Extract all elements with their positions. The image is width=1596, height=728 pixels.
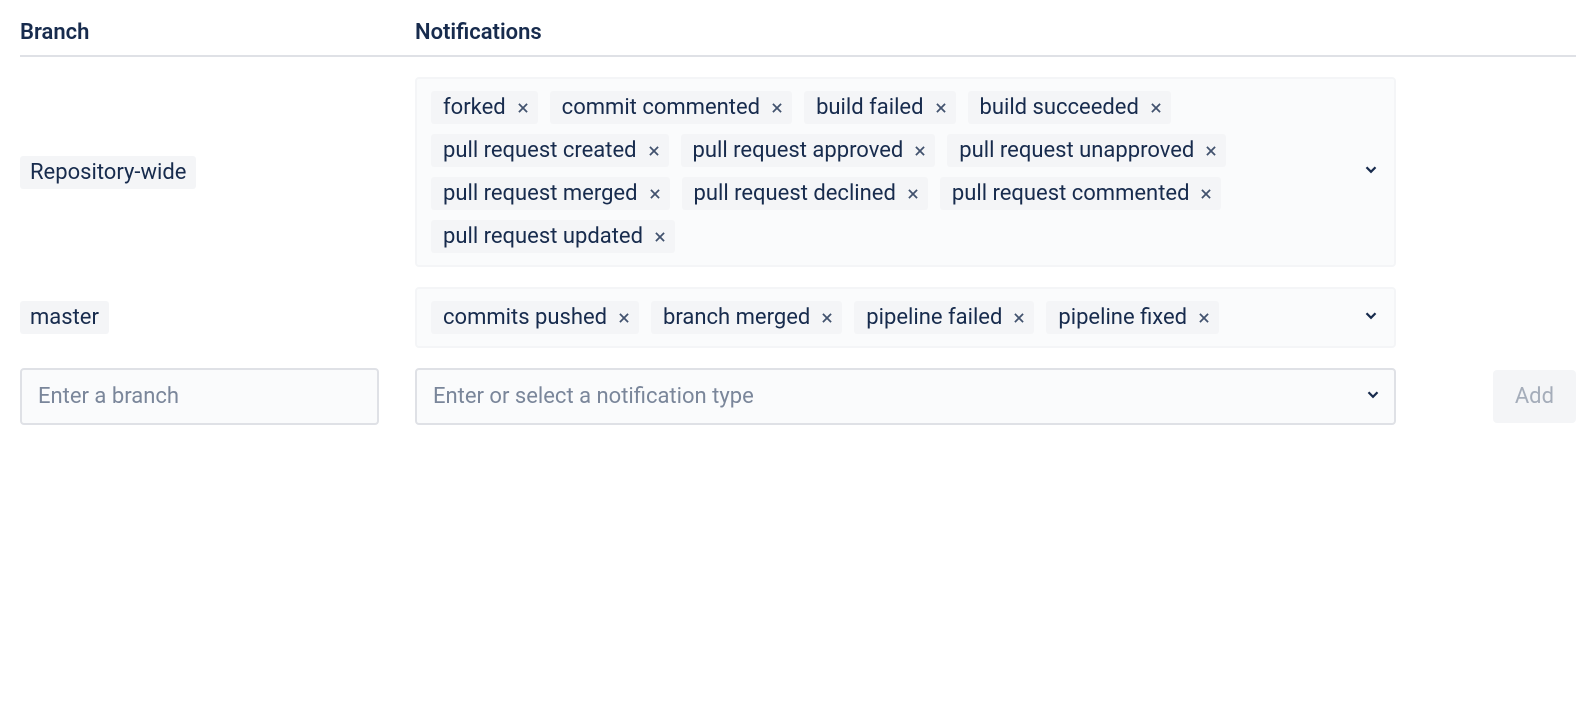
table-row: master commits pushed branch merged pipelin… — [20, 287, 1576, 348]
notification-tag: pull request unapproved — [947, 134, 1226, 167]
notification-tag-label: pull request approved — [693, 138, 904, 163]
notification-tags[interactable]: commits pushed branch merged pipeline fail… — [415, 287, 1396, 348]
close-icon[interactable] — [1012, 311, 1026, 325]
notification-type-select[interactable] — [415, 368, 1396, 425]
close-icon[interactable] — [934, 101, 948, 115]
notification-tag-label: pull request merged — [443, 181, 638, 206]
close-icon[interactable] — [516, 101, 530, 115]
notification-tags[interactable]: forked commit commented build failed build … — [415, 77, 1396, 267]
notification-tag-label: pull request created — [443, 138, 637, 163]
table-row: Repository-wide forked commit commented bui… — [20, 77, 1576, 267]
notification-tag: build succeeded — [968, 91, 1171, 124]
table-header: Branch Notifications — [20, 20, 1576, 57]
notification-tag: pipeline failed — [854, 301, 1034, 334]
notification-tag-label: pull request declined — [694, 181, 896, 206]
notification-tag-label: pipeline failed — [866, 305, 1002, 330]
notification-tag: pull request created — [431, 134, 669, 167]
close-icon[interactable] — [906, 187, 920, 201]
close-icon[interactable] — [1199, 187, 1213, 201]
notification-tag-label: forked — [443, 95, 506, 120]
header-notifications: Notifications — [415, 20, 1576, 45]
branch-input[interactable] — [20, 368, 379, 425]
notification-tag: forked — [431, 91, 538, 124]
chevron-down-icon[interactable] — [1362, 305, 1380, 330]
close-icon[interactable] — [820, 311, 834, 325]
close-icon[interactable] — [770, 101, 784, 115]
notification-tag: pull request declined — [682, 177, 928, 210]
notification-tag: pull request commented — [940, 177, 1222, 210]
notification-tag: pull request merged — [431, 177, 670, 210]
notification-tag: branch merged — [651, 301, 842, 334]
new-row: Add — [20, 368, 1576, 425]
notification-tag: pipeline fixed — [1046, 301, 1219, 334]
notification-tag-label: pull request updated — [443, 224, 643, 249]
close-icon[interactable] — [647, 144, 661, 158]
notification-tag: pull request updated — [431, 220, 675, 253]
notification-tag-label: commit commented — [562, 95, 760, 120]
notification-tag-label: pipeline fixed — [1058, 305, 1187, 330]
notification-tag-label: pull request commented — [952, 181, 1190, 206]
add-button[interactable]: Add — [1493, 370, 1576, 423]
close-icon[interactable] — [653, 230, 667, 244]
close-icon[interactable] — [1149, 101, 1163, 115]
notifications-table: Branch Notifications Repository-wide fork… — [20, 20, 1576, 425]
notification-tag: build failed — [804, 91, 955, 124]
close-icon[interactable] — [1204, 144, 1218, 158]
notification-tag-label: pull request unapproved — [959, 138, 1194, 163]
notification-tag-label: build succeeded — [980, 95, 1139, 120]
branch-label: master — [20, 301, 109, 334]
chevron-down-icon[interactable] — [1364, 384, 1382, 409]
close-icon[interactable] — [913, 144, 927, 158]
header-branch: Branch — [20, 20, 415, 45]
notification-tag: commits pushed — [431, 301, 639, 334]
notification-tag-label: build failed — [816, 95, 923, 120]
notification-tag-label: branch merged — [663, 305, 810, 330]
notification-tag: pull request approved — [681, 134, 936, 167]
chevron-down-icon[interactable] — [1362, 160, 1380, 185]
close-icon[interactable] — [617, 311, 631, 325]
close-icon[interactable] — [1197, 311, 1211, 325]
branch-label: Repository-wide — [20, 156, 196, 189]
close-icon[interactable] — [648, 187, 662, 201]
notification-tag: commit commented — [550, 91, 792, 124]
notification-tag-label: commits pushed — [443, 305, 607, 330]
